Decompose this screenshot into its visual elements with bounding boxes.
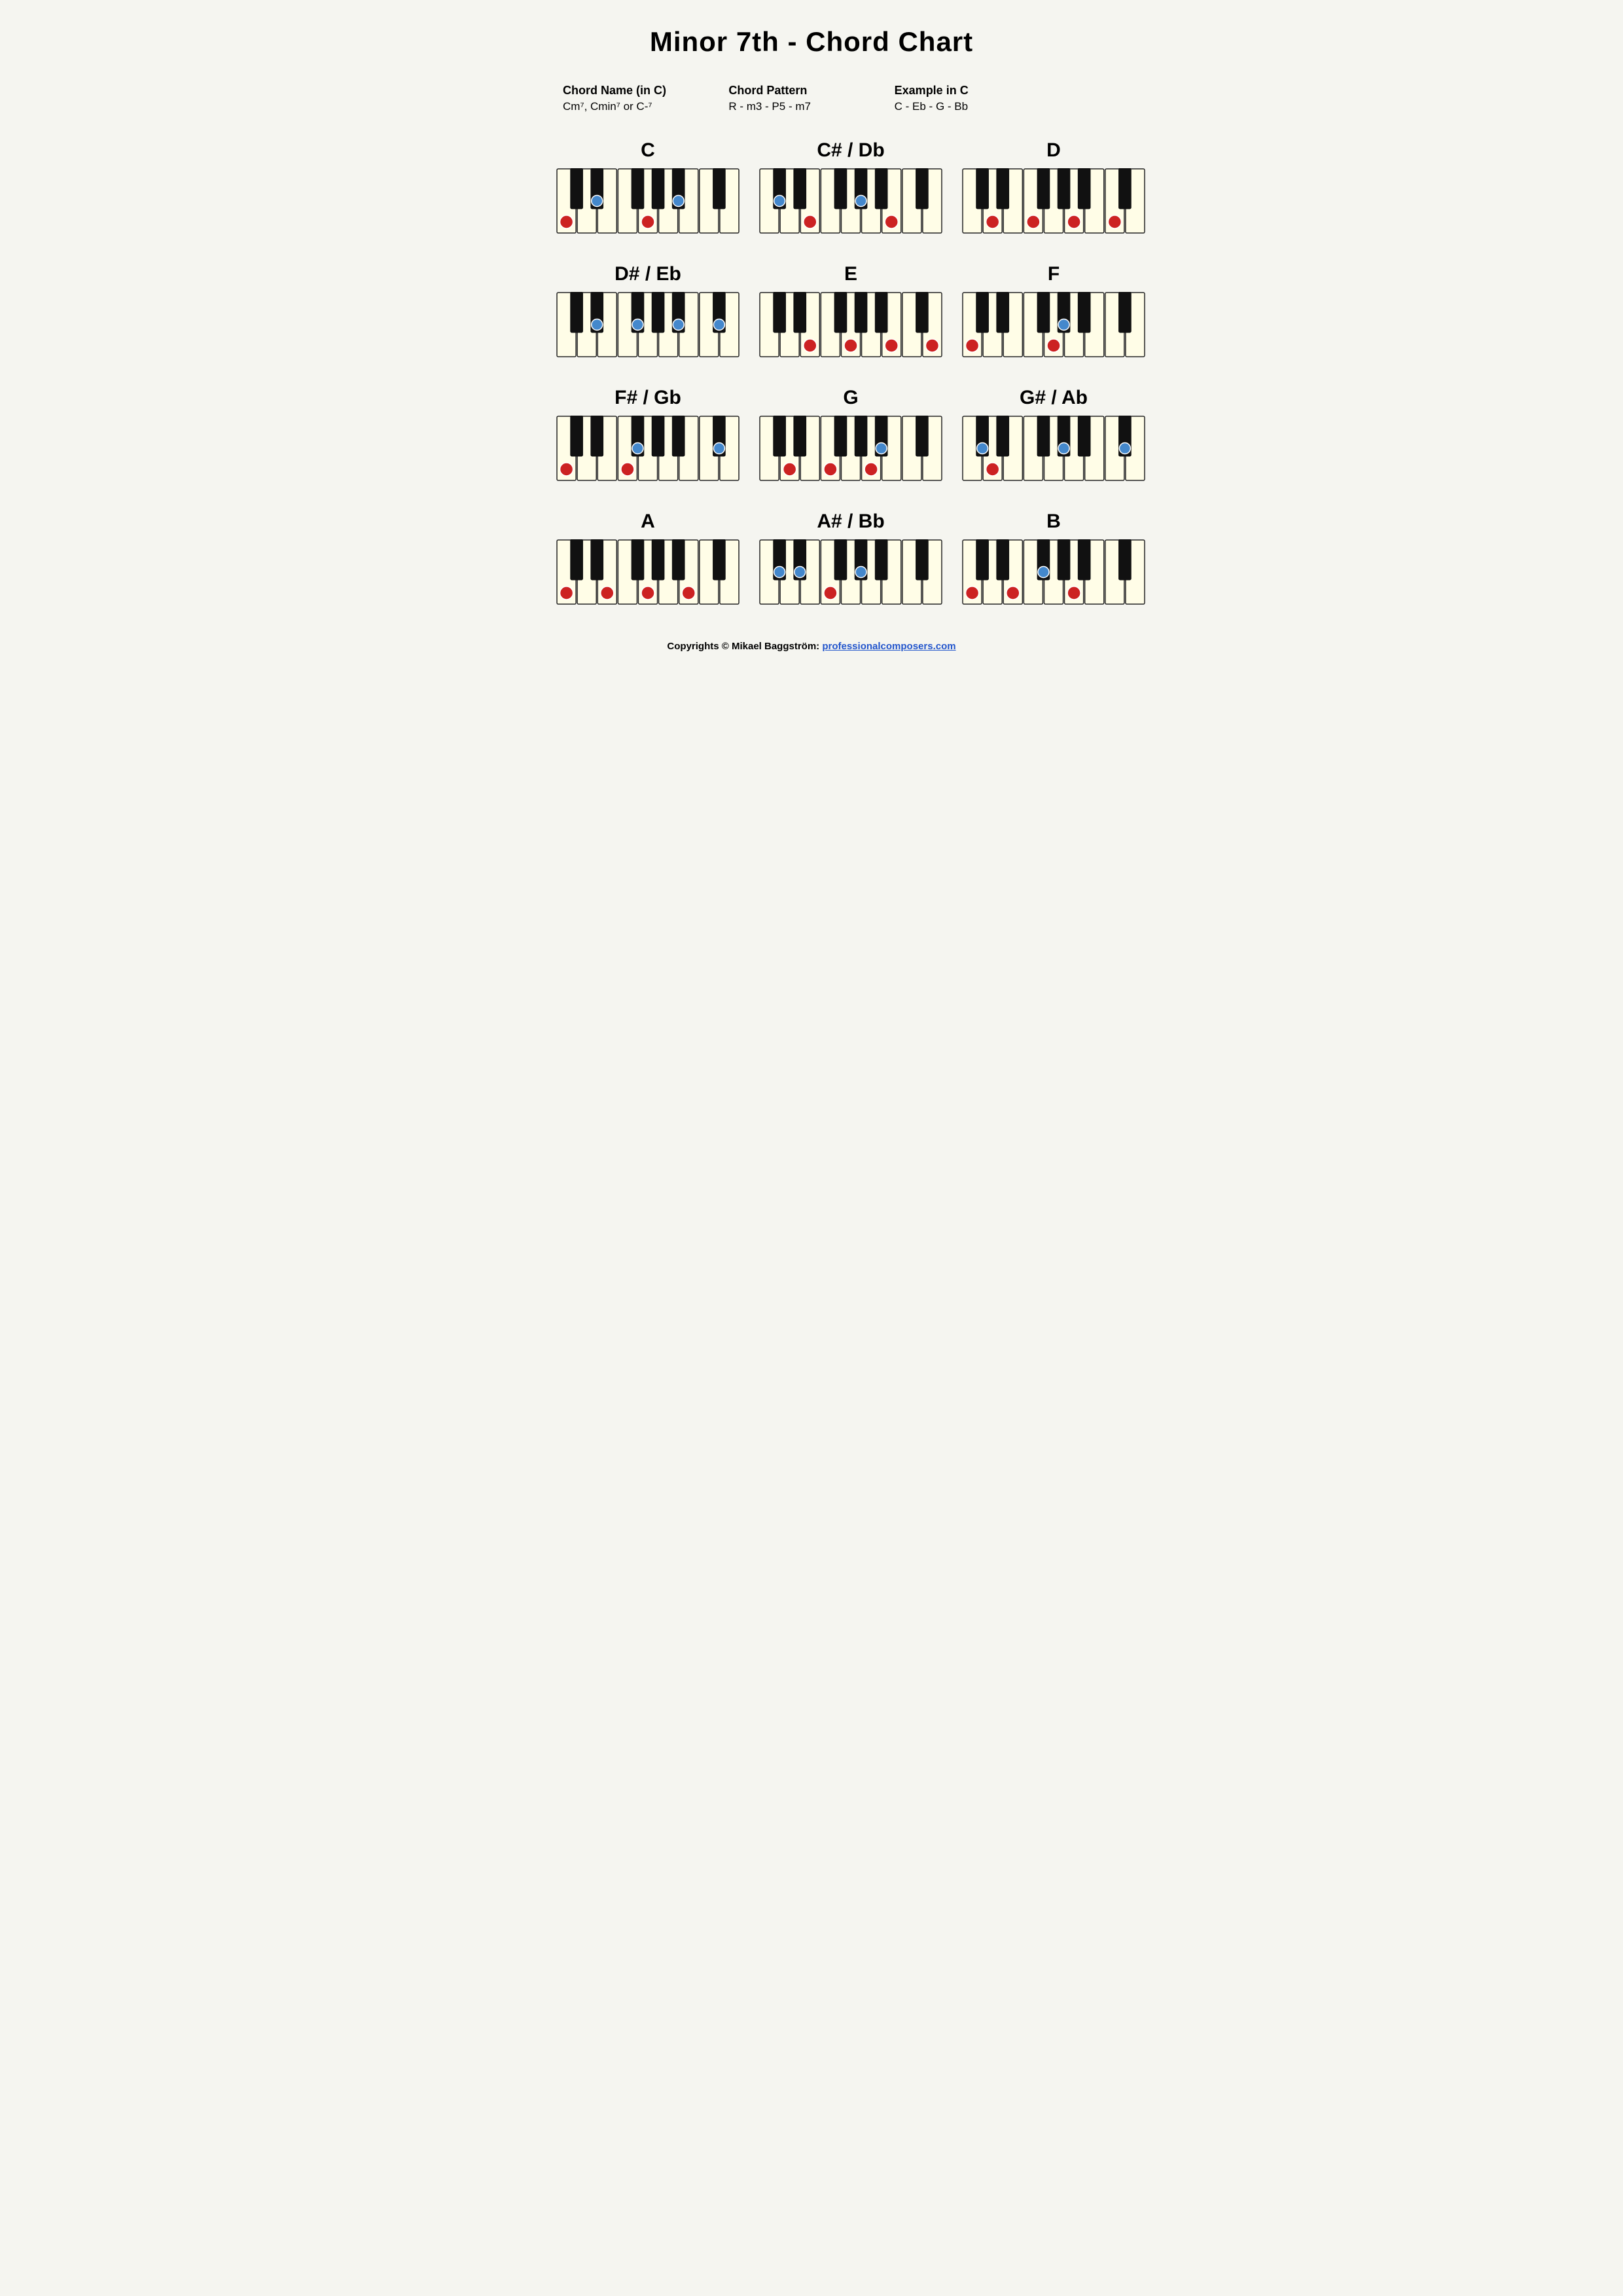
- chord-item: D# / Eb: [556, 263, 740, 361]
- chords-grid: CC# / DbDD# / EbEFF# / GbGG# / AbAA# / B…: [556, 139, 1067, 608]
- keyboard: [556, 416, 740, 484]
- chord-pattern-col: Chord Pattern R - m3 - P5 - m7: [728, 84, 894, 113]
- chord-label: F# / Gb: [615, 387, 681, 409]
- keyboard: [556, 292, 740, 361]
- keyboard: [759, 168, 942, 237]
- keyboard: [759, 416, 942, 484]
- example-value: C - Eb - G - Bb: [895, 100, 1060, 113]
- example-label: Example in C: [895, 84, 1060, 98]
- chord-label: A: [641, 511, 655, 533]
- chord-pattern-label: Chord Pattern: [728, 84, 894, 98]
- chord-name-label: Chord Name (in C): [563, 84, 728, 98]
- footer-text: Copyrights © Mikael Baggström:: [667, 641, 822, 652]
- keyboard: [556, 168, 740, 237]
- chord-label: D: [1046, 139, 1061, 162]
- keyboard: [962, 292, 1145, 361]
- chord-item: G# / Ab: [962, 387, 1145, 484]
- example-col: Example in C C - Eb - G - Bb: [895, 84, 1060, 113]
- footer-link[interactable]: professionalcomposers.com: [822, 641, 955, 652]
- chord-pattern-value: R - m3 - P5 - m7: [728, 100, 894, 113]
- footer: Copyrights © Mikael Baggström: professio…: [556, 641, 1067, 652]
- keyboard: [759, 292, 942, 361]
- chord-label: C: [641, 139, 655, 162]
- keyboard: [556, 539, 740, 608]
- chord-item: G: [759, 387, 942, 484]
- chord-item: C: [556, 139, 740, 237]
- chord-label: C# / Db: [817, 139, 884, 162]
- chord-label: G# / Ab: [1020, 387, 1088, 409]
- chord-label: F: [1048, 263, 1060, 285]
- chord-item: D: [962, 139, 1145, 237]
- keyboard: [962, 168, 1145, 237]
- chord-label: A# / Bb: [817, 511, 884, 533]
- chord-item: C# / Db: [759, 139, 942, 237]
- keyboard: [962, 416, 1145, 484]
- chord-name-col: Chord Name (in C) Cm⁷, Cmin⁷ or C-⁷: [563, 84, 728, 113]
- chord-item: B: [962, 511, 1145, 608]
- keyboard: [759, 539, 942, 608]
- chord-name-value: Cm⁷, Cmin⁷ or C-⁷: [563, 100, 728, 113]
- chord-item: F: [962, 263, 1145, 361]
- info-section: Chord Name (in C) Cm⁷, Cmin⁷ or C-⁷ Chor…: [556, 84, 1067, 113]
- chord-label: B: [1046, 511, 1061, 533]
- page-title: Minor 7th - Chord Chart: [556, 26, 1067, 58]
- chord-item: A# / Bb: [759, 511, 942, 608]
- chord-label: G: [843, 387, 858, 409]
- chord-label: D# / Eb: [615, 263, 681, 285]
- chord-label: E: [844, 263, 857, 285]
- chord-item: A: [556, 511, 740, 608]
- chord-item: E: [759, 263, 942, 361]
- chord-item: F# / Gb: [556, 387, 740, 484]
- keyboard: [962, 539, 1145, 608]
